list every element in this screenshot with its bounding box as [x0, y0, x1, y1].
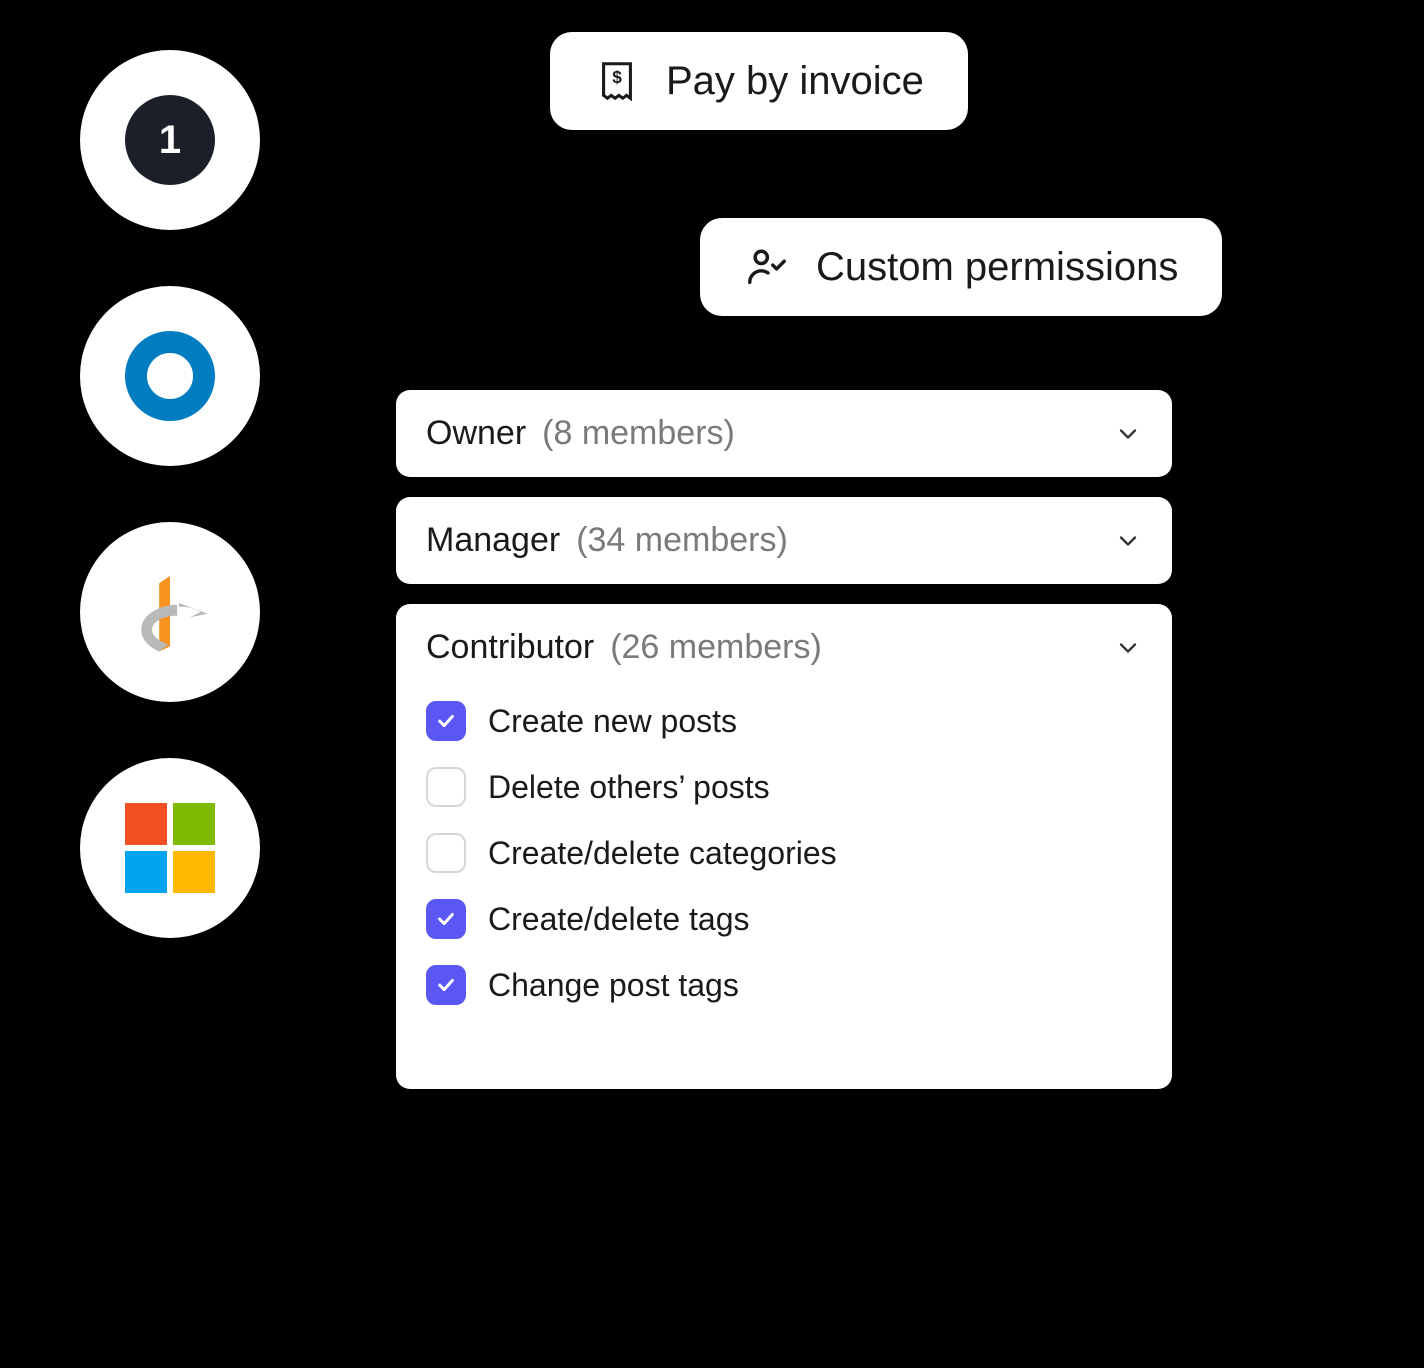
permission-row: Create/delete tags [426, 899, 1142, 939]
svg-text:$: $ [612, 67, 622, 87]
chevron-down-icon [1114, 634, 1142, 662]
chevron-down-icon [1114, 527, 1142, 555]
onepassword-icon: 1 [125, 95, 215, 185]
role-count: (34 members) [576, 521, 788, 560]
integration-onepassword[interactable]: 1 [80, 50, 260, 230]
microsoft-icon [125, 803, 215, 893]
permissions-list: Create new posts Delete others’ posts Cr… [426, 701, 1142, 1065]
role-header-manager[interactable]: Manager (34 members) [426, 521, 1142, 560]
permission-row: Create/delete categories [426, 833, 1142, 873]
custom-permissions-label: Custom permissions [816, 245, 1178, 290]
role-name: Contributor [426, 628, 594, 667]
permission-checkbox[interactable] [426, 833, 466, 873]
permission-row: Delete others’ posts [426, 767, 1142, 807]
permission-checkbox[interactable] [426, 767, 466, 807]
permission-row: Change post tags [426, 965, 1142, 1005]
role-card-owner: Owner (8 members) [396, 390, 1172, 477]
chevron-down-icon [1114, 420, 1142, 448]
permission-label: Delete others’ posts [488, 769, 770, 806]
permission-label: Change post tags [488, 967, 739, 1004]
pay-by-invoice-label: Pay by invoice [666, 59, 924, 104]
role-header-owner[interactable]: Owner (8 members) [426, 414, 1142, 453]
role-header-contributor[interactable]: Contributor (26 members) [426, 628, 1142, 667]
permission-checkbox[interactable] [426, 899, 466, 939]
pay-by-invoice-card[interactable]: $ Pay by invoice [550, 32, 968, 130]
permission-label: Create/delete categories [488, 835, 837, 872]
role-card-contributor: Contributor (26 members) Create new post… [396, 604, 1172, 1089]
role-count: (8 members) [542, 414, 735, 453]
role-card-manager: Manager (34 members) [396, 497, 1172, 584]
permission-label: Create/delete tags [488, 901, 750, 938]
user-check-icon [744, 244, 790, 290]
roles-list: Owner (8 members) Manager (34 members) C… [396, 390, 1172, 1089]
role-name: Manager [426, 521, 560, 560]
role-count: (26 members) [610, 628, 822, 667]
integration-okta[interactable] [80, 286, 260, 466]
permission-checkbox[interactable] [426, 701, 466, 741]
permission-checkbox[interactable] [426, 965, 466, 1005]
integration-openid[interactable] [80, 522, 260, 702]
okta-icon [125, 331, 215, 421]
permission-row: Create new posts [426, 701, 1142, 741]
integration-microsoft[interactable] [80, 758, 260, 938]
integrations-list: 1 [80, 50, 260, 938]
permission-label: Create new posts [488, 703, 737, 740]
invoice-icon: $ [594, 58, 640, 104]
openid-icon [125, 567, 215, 657]
custom-permissions-card[interactable]: Custom permissions [700, 218, 1222, 316]
role-name: Owner [426, 414, 526, 453]
